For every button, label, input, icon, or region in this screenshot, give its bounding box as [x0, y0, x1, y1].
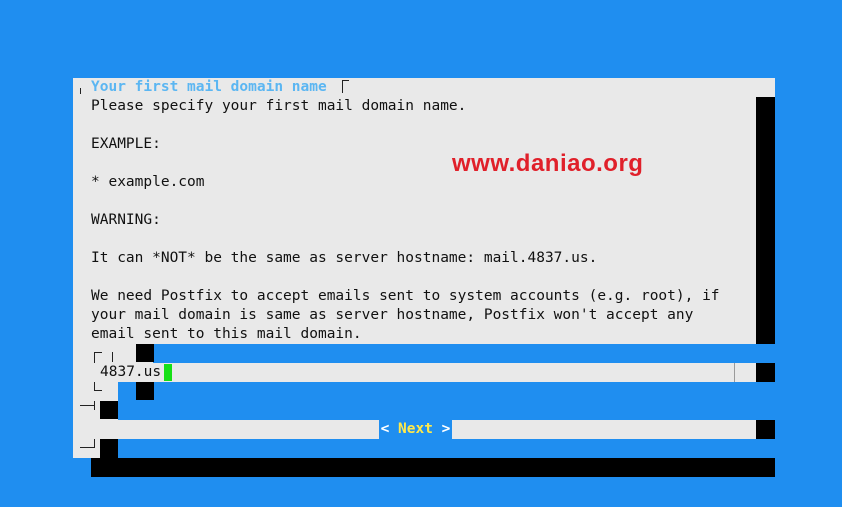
message-line: [91, 230, 720, 249]
input-bracket: [112, 352, 113, 362]
dialog-shadow-right: [756, 363, 775, 382]
dialog-message: Please specify your first mail domain na…: [91, 97, 720, 344]
input-bracket: [94, 382, 102, 391]
shadow-block: [100, 439, 118, 458]
input-bracket: [94, 352, 102, 363]
button-row-bg: [452, 420, 756, 439]
next-button-label: Next: [398, 421, 433, 437]
message-line: We need Postfix to accept emails sent to…: [91, 288, 720, 304]
mail-domain-input-value[interactable]: 4837.us: [100, 363, 161, 382]
button-row-bg: [91, 420, 379, 439]
dialog-shadow-right: [756, 420, 775, 439]
next-button[interactable]: < Next >: [379, 420, 452, 439]
message-line: [91, 116, 720, 135]
background-band: [118, 439, 775, 458]
shadow-block: [136, 344, 154, 362]
frame-corner: [342, 80, 349, 93]
frame-line: [80, 405, 94, 406]
message-line: WARNING:: [91, 212, 161, 228]
dialog-shadow-right: [756, 97, 775, 344]
button-right-bracket: >: [432, 421, 451, 437]
text-cursor: [164, 364, 172, 381]
message-line: email sent to this mail domain.: [91, 326, 362, 342]
frame-line: [80, 88, 81, 94]
message-line: your mail domain is same as server hostn…: [91, 307, 694, 323]
watermark: www.daniao.org: [452, 150, 644, 177]
background-band: [153, 344, 775, 363]
frame-line: [94, 401, 95, 410]
button-left-bracket: <: [380, 421, 399, 437]
message-line: [91, 268, 720, 287]
dialog-shadow-bottom: [91, 458, 775, 477]
dialog-title: Your first mail domain name: [91, 79, 327, 95]
background-band: [118, 382, 775, 420]
message-line: It can *NOT* be the same as server hostn…: [91, 250, 598, 266]
shadow-block: [100, 401, 118, 419]
shadow-block: [136, 382, 154, 400]
frame-line: [94, 438, 95, 448]
frame-line: [80, 447, 94, 448]
message-line: [91, 192, 720, 211]
message-line: Please specify your first mail domain na…: [91, 98, 467, 114]
mail-domain-input[interactable]: [99, 363, 735, 382]
